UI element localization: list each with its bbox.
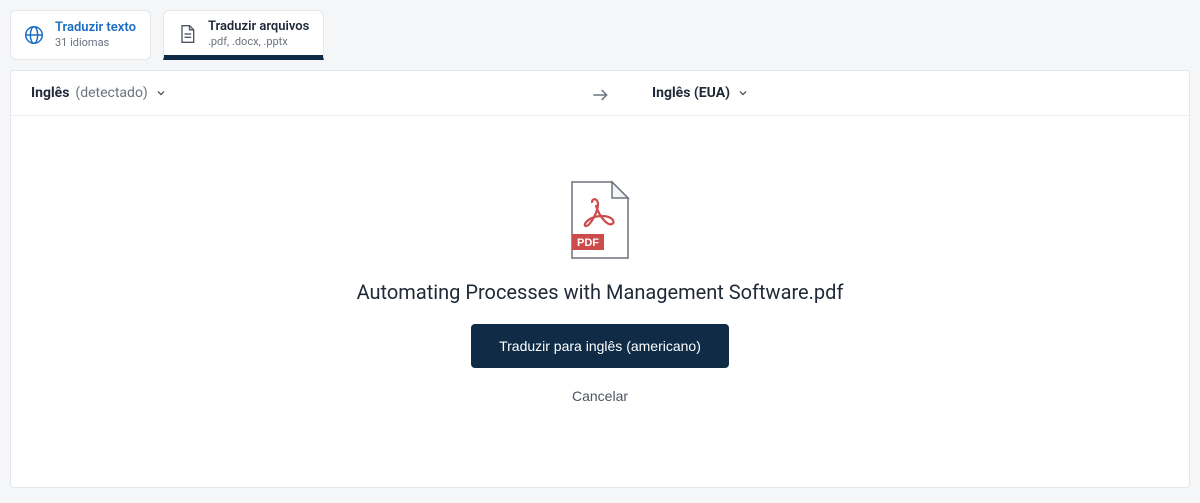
target-language-selector[interactable]: Inglês (EUA) [652, 85, 750, 101]
swap-arrow-icon [590, 85, 610, 109]
main-panel: Inglês (detectado) Inglês (EUA) [10, 70, 1190, 488]
pdf-file-icon: PDF [568, 180, 632, 260]
svg-text:PDF: PDF [577, 237, 599, 249]
tab-files-labels: Traduzir arquivos .pdf, .docx, .pptx [208, 19, 309, 49]
tab-translate-files[interactable]: Traduzir arquivos .pdf, .docx, .pptx [163, 10, 324, 60]
source-lang-label: Inglês [31, 85, 69, 101]
tab-files-subtitle: .pdf, .docx, .pptx [208, 35, 309, 49]
source-language-selector[interactable]: Inglês (detectado) [31, 85, 168, 101]
chevron-down-icon [736, 86, 750, 100]
chevron-down-icon [154, 86, 168, 100]
language-bar: Inglês (detectado) Inglês (EUA) [11, 71, 1189, 116]
translate-button[interactable]: Traduzir para inglês (americano) [471, 324, 729, 368]
tab-text-title: Traduzir texto [55, 20, 136, 36]
file-content-area: PDF Automating Processes with Management… [11, 116, 1189, 487]
file-name: Automating Processes with Management Sof… [357, 280, 844, 304]
tabs-container: Traduzir texto 31 idiomas Traduzir arqui… [0, 0, 1200, 60]
tab-files-title: Traduzir arquivos [208, 19, 309, 35]
target-lang-label: Inglês (EUA) [652, 85, 730, 101]
source-detected-label: (detectado) [75, 85, 147, 101]
globe-icon [23, 24, 45, 46]
source-lang-half: Inglês (detectado) [31, 85, 600, 101]
tab-text-subtitle: 31 idiomas [55, 36, 136, 50]
tab-text-labels: Traduzir texto 31 idiomas [55, 20, 136, 50]
target-lang-half: Inglês (EUA) [600, 85, 1169, 101]
cancel-button[interactable]: Cancelar [572, 388, 628, 404]
document-icon [176, 23, 198, 45]
tab-translate-text[interactable]: Traduzir texto 31 idiomas [10, 10, 151, 60]
